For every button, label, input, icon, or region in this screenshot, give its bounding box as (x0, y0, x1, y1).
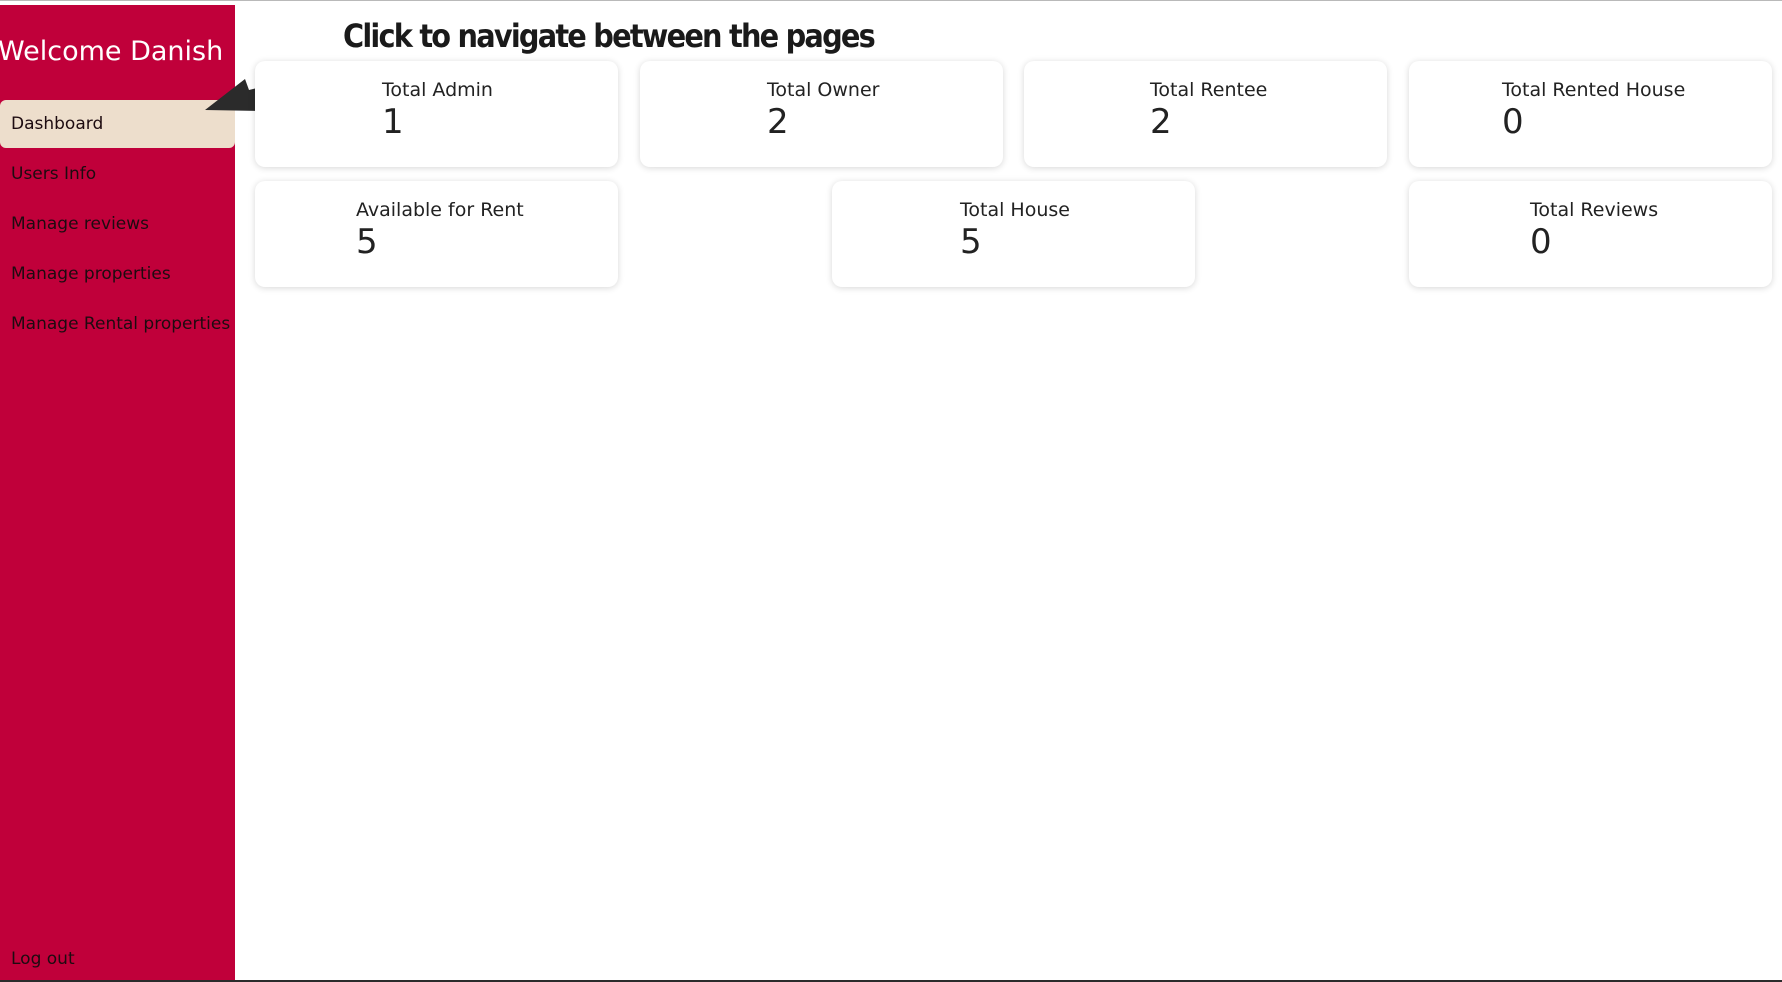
sidebar-item-label: Dashboard (11, 114, 104, 134)
stat-card-total-rented-house: Total Rented House 0 (1409, 61, 1772, 167)
stat-value: 2 (767, 102, 789, 142)
stat-card-total-reviews: Total Reviews 0 (1409, 181, 1772, 287)
sidebar-item-label: Manage Rental properties (11, 314, 231, 334)
sidebar-item-manage-rental-properties[interactable]: Manage Rental properties (0, 300, 235, 348)
sidebar-item-label: Manage reviews (11, 214, 150, 234)
stat-label: Total Rented House (1502, 79, 1686, 101)
stat-label: Total Rentee (1150, 79, 1268, 101)
stat-label: Total Admin (382, 79, 493, 101)
stat-label: Total House (960, 199, 1070, 221)
logout-label: Log out (11, 949, 75, 969)
sidebar-item-users-info[interactable]: Users Info (0, 150, 235, 198)
stat-card-total-owner: Total Owner 2 (640, 61, 1003, 167)
stat-label: Available for Rent (356, 199, 524, 221)
stat-label: Total Owner (767, 79, 880, 101)
stat-value: 5 (960, 222, 982, 262)
stat-card-total-rentee: Total Rentee 2 (1024, 61, 1387, 167)
stat-card-total-house: Total House 5 (832, 181, 1195, 287)
stat-card-total-admin: Total Admin 1 (255, 61, 618, 167)
sidebar-item-manage-properties[interactable]: Manage properties (0, 250, 235, 298)
logout-button[interactable]: Log out (0, 935, 235, 980)
sidebar-item-label: Manage properties (11, 264, 171, 284)
app-window: Welcome Danish Dashboard Users Info Mana… (0, 0, 1782, 982)
stat-value: 1 (382, 102, 404, 142)
stat-value: 2 (1150, 102, 1172, 142)
stat-value: 0 (1530, 222, 1552, 262)
sidebar-item-manage-reviews[interactable]: Manage reviews (0, 200, 235, 248)
stat-value: 0 (1502, 102, 1524, 142)
sidebar: Welcome Danish Dashboard Users Info Mana… (0, 5, 235, 980)
stat-label: Total Reviews (1530, 199, 1659, 221)
stat-value: 5 (356, 222, 378, 262)
welcome-title: Welcome Danish (0, 36, 224, 67)
stat-card-available-for-rent: Available for Rent 5 (255, 181, 618, 287)
annotation-text: Click to navigate between the pages (343, 17, 876, 55)
sidebar-item-label: Users Info (11, 164, 97, 184)
